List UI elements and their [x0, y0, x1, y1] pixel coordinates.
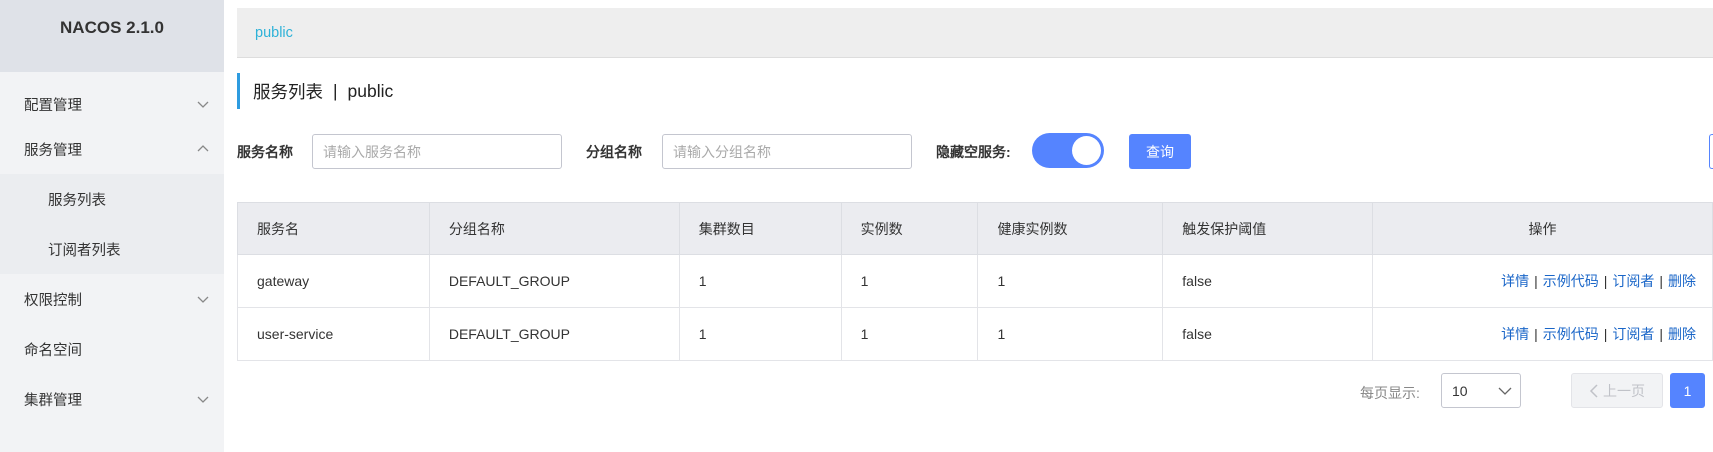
op-separator: | — [1659, 326, 1663, 342]
page-size-select[interactable]: 10 — [1441, 373, 1521, 408]
sidebar-item-label: 服务管理 — [24, 142, 82, 159]
sidebar-item-config-management[interactable]: 配置管理 — [0, 79, 224, 129]
hide-empty-toggle[interactable] — [1032, 133, 1104, 168]
page-size-label: 每页显示: — [1360, 385, 1420, 401]
sidebar: NACOS 2.1.0 配置管理 服务管理 服务列表 订阅者列表 权限控制 命名… — [0, 0, 224, 452]
page-size-value: 10 — [1452, 382, 1468, 399]
main-content: public 服务列表 | public 服务名称 分组名称 隐藏空服务: 查询… — [224, 0, 1713, 452]
op-separator: | — [1603, 273, 1608, 289]
prev-page-label: 上一页 — [1603, 382, 1645, 399]
table-header-row: 服务名 分组名称 集群数目 实例数 健康实例数 触发保护阈值 操作 — [237, 202, 1713, 255]
prev-page-button[interactable]: 上一页 — [1571, 373, 1663, 408]
cell-cluster-count: 1 — [678, 254, 842, 308]
op-separator: | — [1534, 326, 1538, 342]
sidebar-item-label: 配置管理 — [24, 97, 82, 114]
column-header-instance-count[interactable]: 实例数 — [840, 202, 979, 255]
sidebar-item-label: 集群管理 — [24, 392, 82, 409]
service-name-input[interactable] — [312, 134, 562, 169]
column-header-service-name[interactable]: 服务名 — [237, 202, 430, 255]
title-separator: | — [333, 80, 338, 101]
sidebar-item-service-list[interactable]: 服务列表 — [0, 174, 224, 224]
hide-empty-label: 隐藏空服务: — [936, 144, 1011, 160]
cell-operations: 详情 | 示例代码 | 订阅者 | 删除 — [1372, 307, 1713, 361]
column-header-operations: 操作 — [1372, 202, 1713, 255]
sidebar-item-access-control[interactable]: 权限控制 — [0, 274, 224, 324]
page-title-text: 服务列表 — [253, 81, 323, 102]
subscribers-link[interactable]: 订阅者 — [1612, 273, 1654, 289]
page-title-namespace: public — [347, 80, 394, 101]
cell-service-name: user-service — [237, 307, 430, 361]
column-header-healthy-instances[interactable]: 健康实例数 — [977, 202, 1164, 255]
chevron-down-icon — [197, 296, 209, 303]
cell-service-name: gateway — [237, 254, 430, 308]
cell-healthy-instances: 1 — [977, 307, 1164, 361]
namespace-bar: public — [237, 8, 1713, 58]
sidebar-item-service-management[interactable]: 服务管理 — [0, 124, 224, 174]
sidebar-item-subscriber-list[interactable]: 订阅者列表 — [0, 224, 224, 274]
table-row: user-service DEFAULT_GROUP 1 1 1 false 详… — [237, 307, 1713, 361]
sample-code-link[interactable]: 示例代码 — [1543, 326, 1599, 342]
sidebar-item-label: 命名空间 — [24, 342, 82, 359]
column-header-group-name[interactable]: 分组名称 — [428, 202, 680, 255]
cell-operations: 详情 | 示例代码 | 订阅者 | 删除 — [1372, 254, 1713, 308]
details-link[interactable]: 详情 — [1501, 273, 1529, 289]
chevron-up-icon — [197, 145, 209, 152]
toggle-knob — [1072, 136, 1101, 165]
sample-code-link[interactable]: 示例代码 — [1543, 273, 1599, 289]
sidebar-item-label: 权限控制 — [24, 292, 82, 309]
subscribers-link[interactable]: 订阅者 — [1612, 326, 1654, 342]
op-separator: | — [1659, 273, 1663, 289]
create-service-button-edge[interactable] — [1709, 134, 1713, 169]
namespace-link-public[interactable]: public — [255, 25, 293, 41]
chevron-down-icon — [197, 101, 209, 108]
cell-cluster-count: 1 — [678, 307, 842, 361]
brand-title: NACOS 2.1.0 — [0, 0, 224, 72]
op-separator: | — [1603, 326, 1608, 342]
cell-instance-count: 1 — [840, 254, 979, 308]
details-link[interactable]: 详情 — [1501, 326, 1529, 342]
delete-link[interactable]: 删除 — [1668, 273, 1696, 289]
delete-link[interactable]: 删除 — [1668, 326, 1696, 342]
chevron-down-icon — [197, 396, 209, 403]
table-row: gateway DEFAULT_GROUP 1 1 1 false 详情 | 示例代… — [237, 254, 1713, 308]
service-name-label: 服务名称 — [237, 144, 293, 160]
sidebar-item-label: 服务列表 — [48, 192, 106, 209]
cell-group-name: DEFAULT_GROUP — [428, 307, 680, 361]
query-button[interactable]: 查询 — [1129, 134, 1191, 169]
page-number-current[interactable]: 1 — [1670, 373, 1705, 408]
cell-instance-count: 1 — [840, 307, 979, 361]
cell-protect-threshold: false — [1162, 254, 1374, 308]
page-title: 服务列表 | public — [237, 73, 393, 109]
group-name-input[interactable] — [662, 134, 912, 169]
chevron-left-icon — [1589, 383, 1598, 398]
chevron-down-icon — [1498, 387, 1512, 395]
sidebar-item-namespace[interactable]: 命名空间 — [0, 324, 224, 374]
column-header-cluster-count[interactable]: 集群数目 — [678, 202, 842, 255]
cell-protect-threshold: false — [1162, 307, 1374, 361]
sidebar-item-cluster-management[interactable]: 集群管理 — [0, 374, 224, 424]
cell-healthy-instances: 1 — [977, 254, 1164, 308]
group-name-label: 分组名称 — [586, 144, 642, 160]
sidebar-item-label: 订阅者列表 — [48, 242, 121, 259]
cell-group-name: DEFAULT_GROUP — [428, 254, 680, 308]
column-header-protect-threshold[interactable]: 触发保护阈值 — [1162, 202, 1374, 255]
service-table: 服务名 分组名称 集群数目 实例数 健康实例数 触发保护阈值 操作 gatewa… — [237, 202, 1713, 361]
op-separator: | — [1534, 273, 1538, 289]
